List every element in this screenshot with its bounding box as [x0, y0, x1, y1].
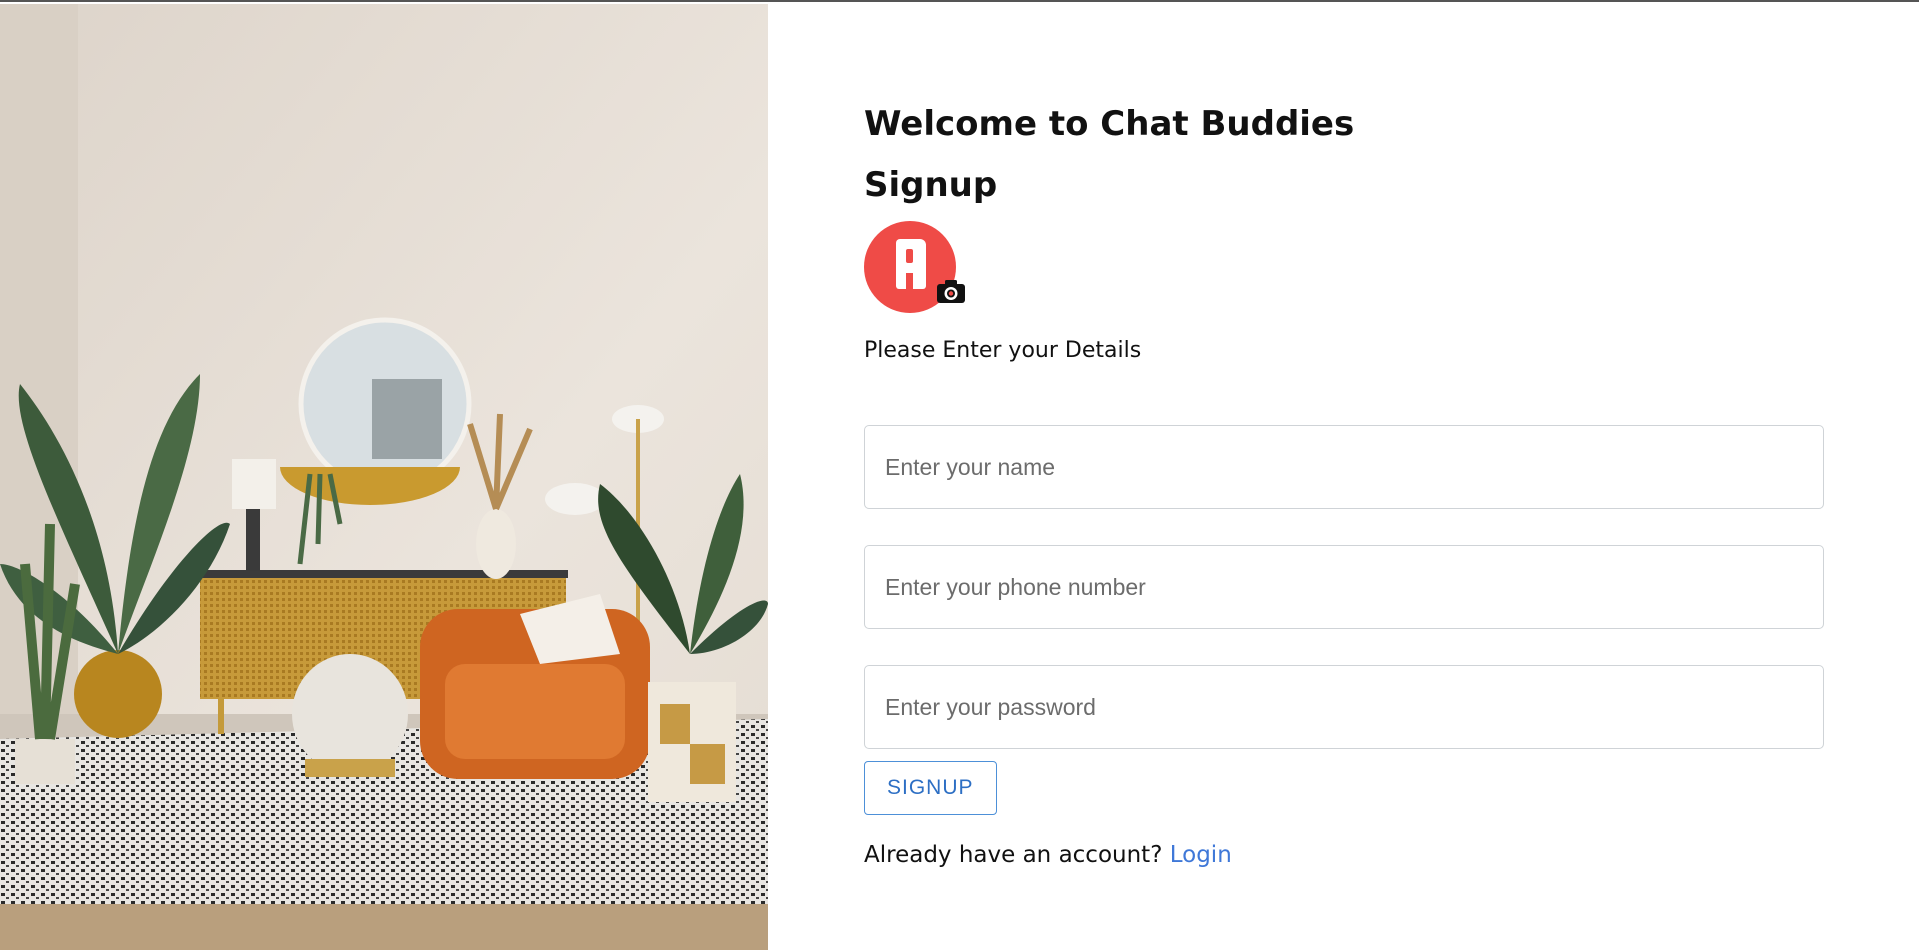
signup-button[interactable]: SIGNUP: [864, 761, 997, 815]
avatar-glyph: [896, 239, 926, 289]
phone-input[interactable]: [864, 545, 1824, 629]
signup-form: Welcome to Chat Buddies Signup Please En…: [864, 102, 1826, 870]
details-prompt: Please Enter your Details: [864, 338, 1142, 363]
hero-image-panel: [0, 4, 768, 950]
avatar-upload[interactable]: [864, 221, 966, 317]
camera-icon[interactable]: [936, 278, 966, 304]
signup-heading: Signup: [864, 165, 998, 205]
password-input[interactable]: [864, 665, 1824, 749]
login-prompt-text: Already have an account?: [864, 842, 1163, 868]
signup-page: Welcome to Chat Buddies Signup Please En…: [0, 0, 1919, 950]
welcome-heading: Welcome to Chat Buddies: [864, 104, 1355, 144]
living-room-illustration: [0, 4, 768, 950]
name-input[interactable]: [864, 425, 1824, 509]
login-prompt: Already have an account? Login: [864, 840, 1826, 870]
login-link[interactable]: Login: [1170, 842, 1232, 868]
